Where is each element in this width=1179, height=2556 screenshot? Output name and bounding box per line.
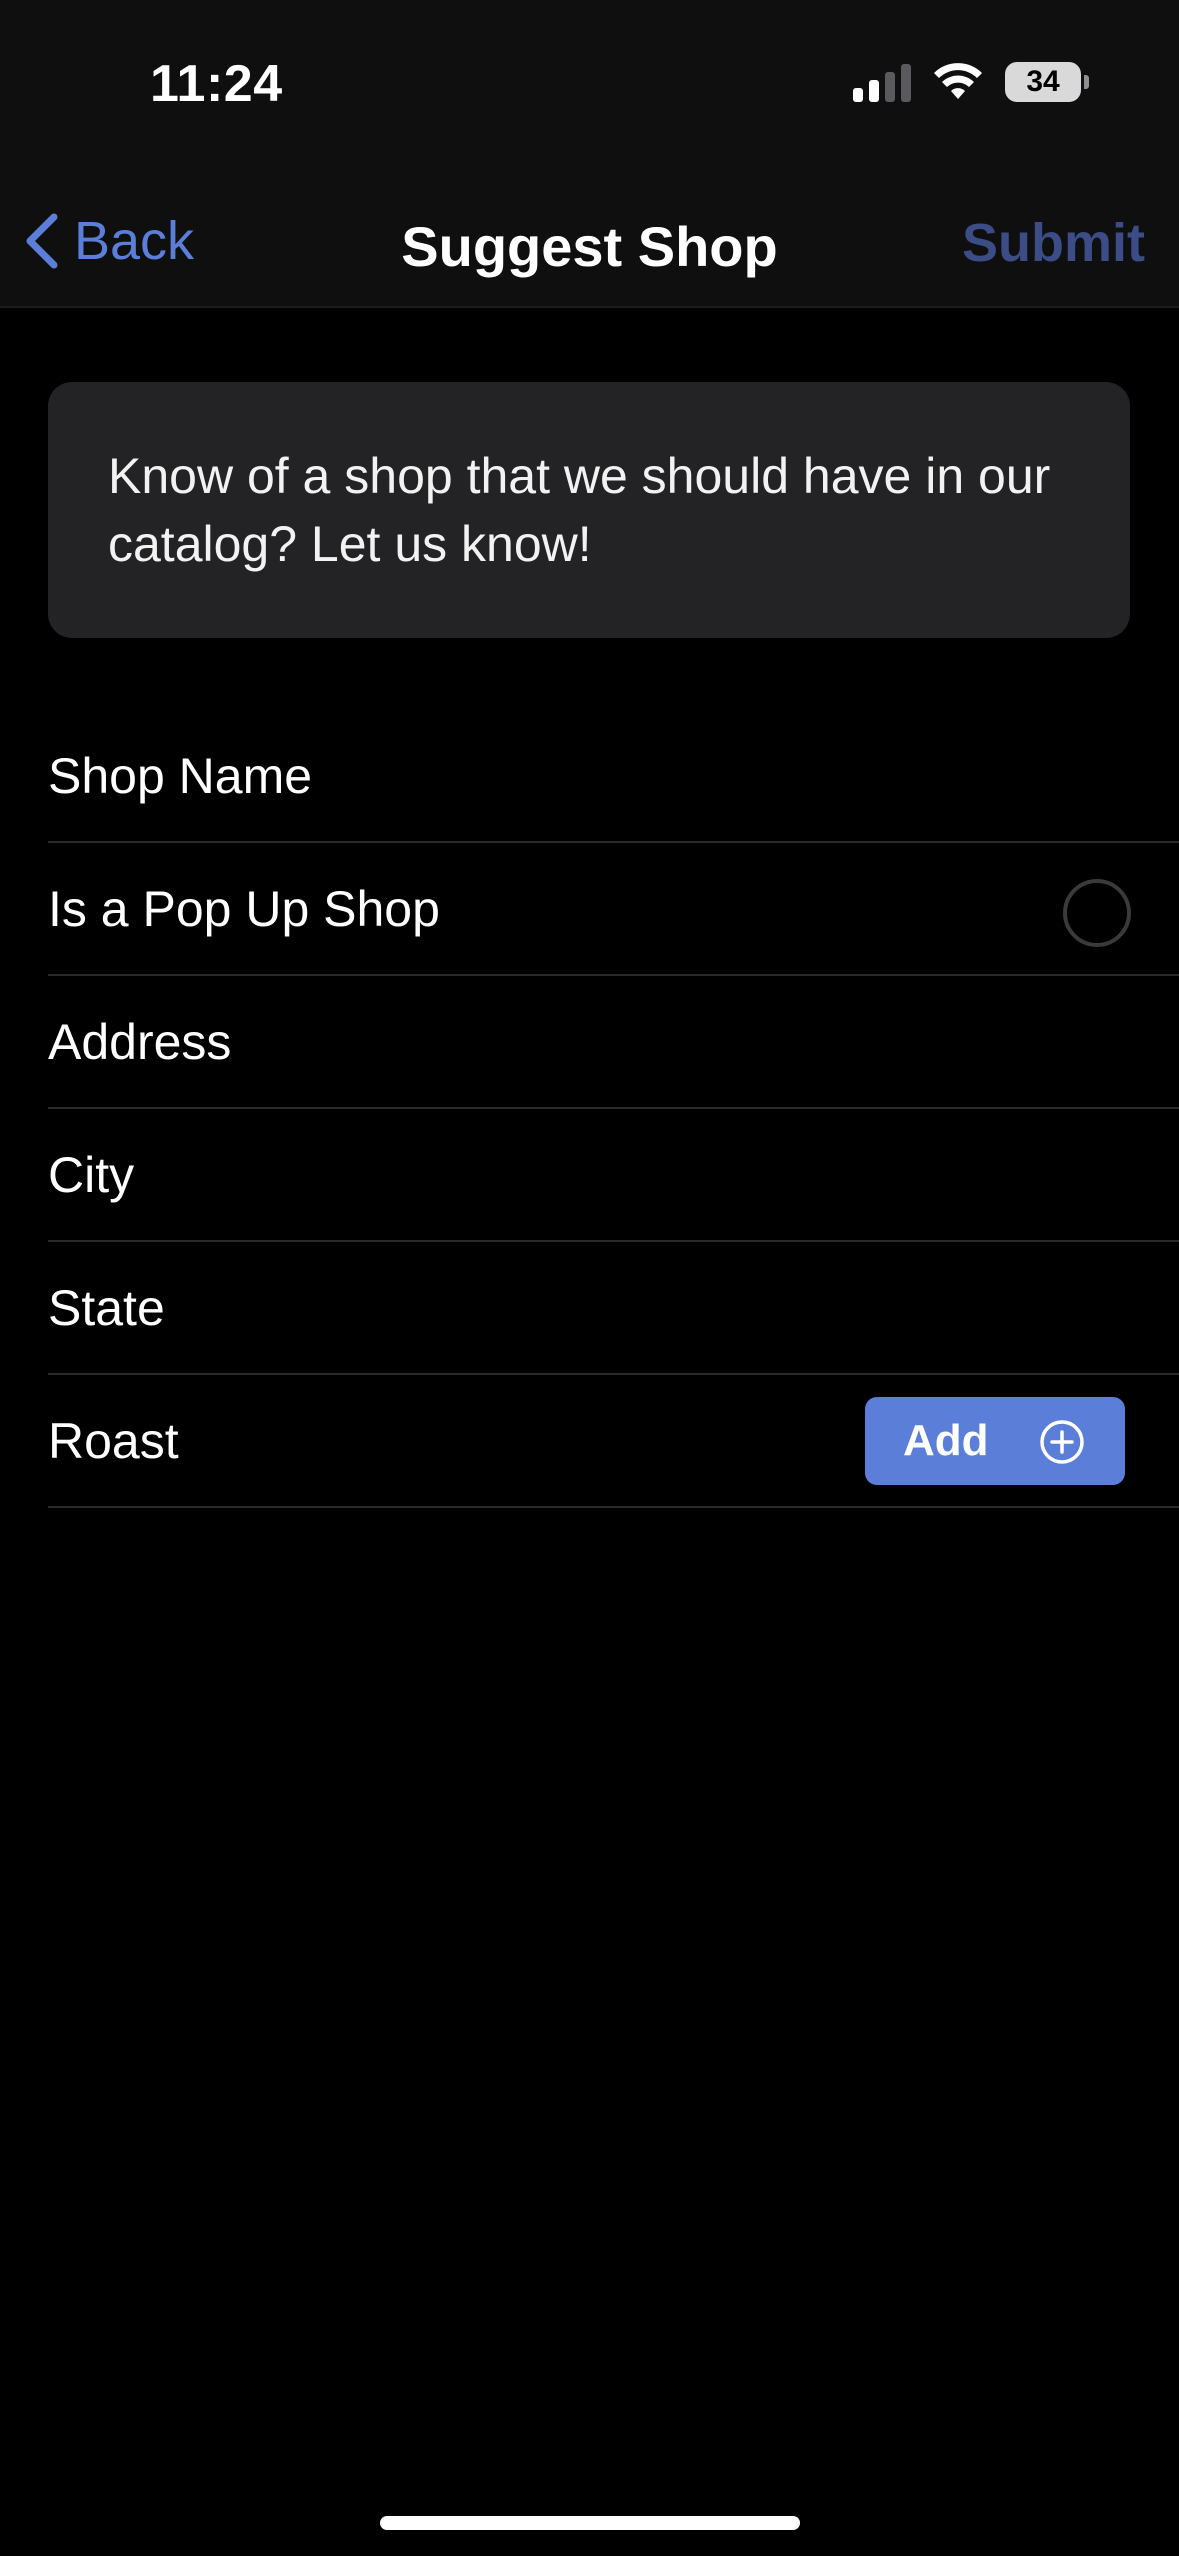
address-field[interactable]: Address [48,976,1179,1109]
popup-shop-label: Is a Pop Up Shop [48,880,440,937]
cellular-signal-icon [853,62,911,102]
plus-circle-icon [1040,1420,1084,1464]
battery-icon: 34 [1005,62,1089,102]
roast-label: Roast [48,1412,179,1469]
shop-name-label: Shop Name [48,747,313,804]
popup-shop-radio[interactable] [1063,879,1131,947]
shop-name-field[interactable]: Shop Name [48,710,1179,843]
top-bar: 11:24 34 Back Suggest Shop Submit [0,0,1179,308]
address-label: Address [48,1013,232,1070]
intro-card: Know of a shop that we should have in ou… [48,382,1130,638]
add-label: Add [903,1416,989,1465]
add-roast-button[interactable]: Add [865,1397,1125,1485]
suggest-shop-form: Shop Name Is a Pop Up Shop Address City … [48,710,1179,1508]
wifi-icon [934,63,982,99]
roast-row: Roast Add [48,1375,1179,1508]
city-field[interactable]: City [48,1109,1179,1242]
submit-button[interactable]: Submit [962,212,1145,274]
status-icons: 34 [853,62,1089,102]
suggest-shop-screen: 11:24 34 Back Suggest Shop Submit Know o… [0,0,1179,2556]
home-indicator [380,2516,800,2530]
intro-text: Know of a shop that we should have in ou… [108,448,1051,572]
popup-shop-row: Is a Pop Up Shop [48,843,1179,976]
status-time: 11:24 [150,55,283,113]
navigation-bar: Back Suggest Shop Submit [0,196,1179,292]
state-field[interactable]: State [48,1242,1179,1375]
battery-level: 34 [1026,65,1060,98]
state-label: State [48,1279,165,1336]
city-label: City [48,1146,135,1203]
